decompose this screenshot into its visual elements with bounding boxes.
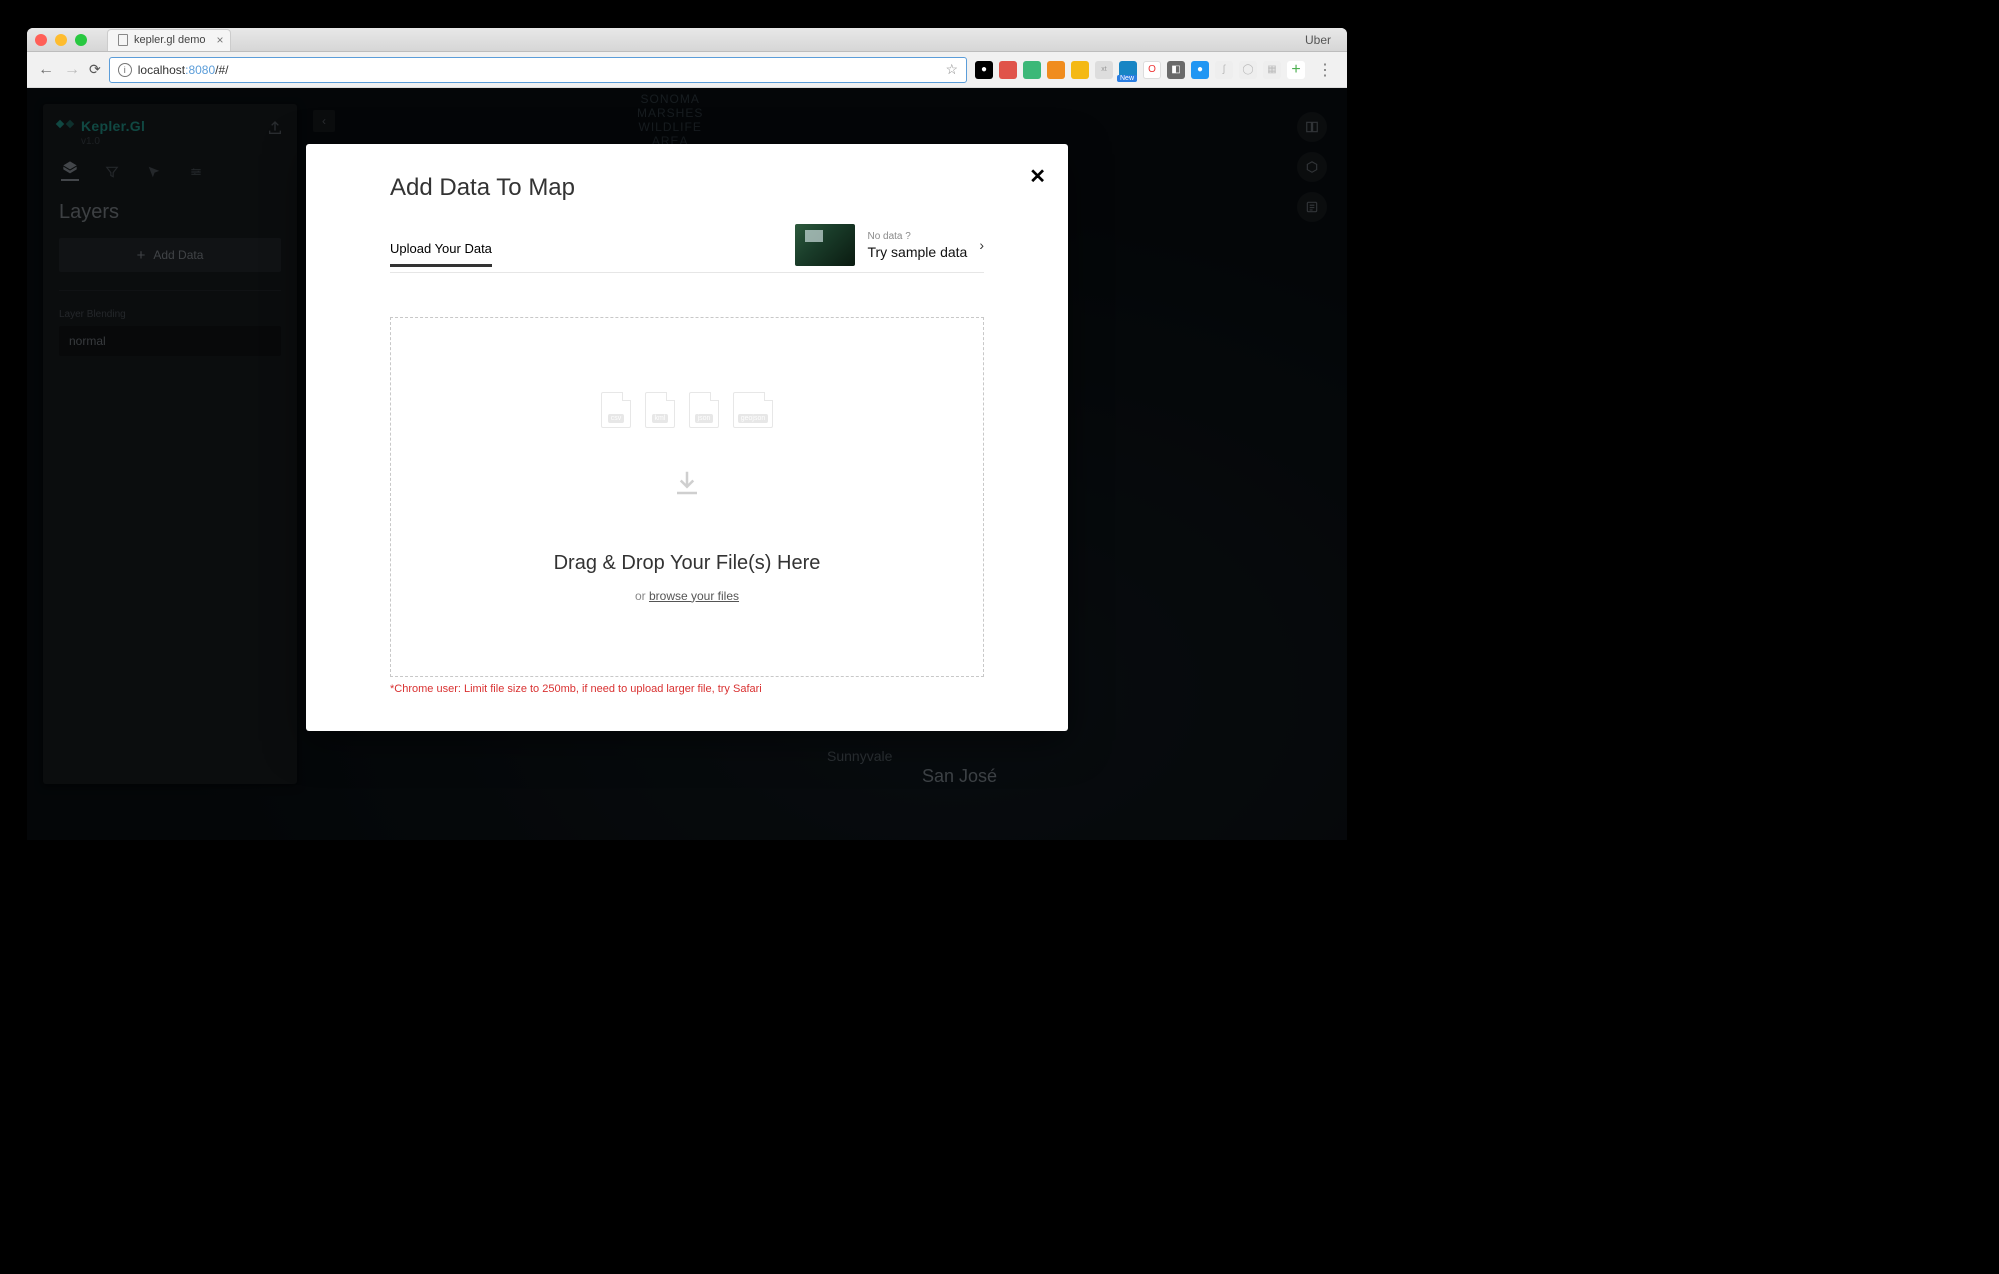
chrome-warning: *Chrome user: Limit file size to 250mb, … <box>390 683 984 695</box>
extension-icon[interactable]: ▦ <box>1263 61 1281 79</box>
url-host: localhost <box>138 63 185 77</box>
tab-title: kepler.gl demo <box>134 34 206 46</box>
browser-tab[interactable]: kepler.gl demo × <box>107 29 231 51</box>
file-type-icons: csv kml json geojson <box>601 392 773 428</box>
page-icon <box>118 34 128 46</box>
address-bar[interactable]: i localhost:8080/#/ ☆ <box>109 57 967 83</box>
minimize-window-button[interactable] <box>55 34 67 46</box>
bookmark-star-icon[interactable]: ☆ <box>945 61 958 78</box>
extension-icon[interactable] <box>1047 61 1065 79</box>
maximize-window-button[interactable] <box>75 34 87 46</box>
or-label: or <box>635 589 649 603</box>
back-button[interactable]: ← <box>37 61 55 79</box>
modal-tabs: Upload Your Data No data ? Try sample da… <box>390 224 984 273</box>
app-viewport: SONOMA MARSHES WILDLIFE AREA Sunnyvale S… <box>27 88 1347 840</box>
close-tab-icon[interactable]: × <box>217 33 224 47</box>
site-info-icon[interactable]: i <box>118 63 132 77</box>
url-port: :8080 <box>185 63 215 77</box>
browser-toolbar: ← → ⟳ i localhost:8080/#/ ☆ ● xt New O ◧… <box>27 52 1347 88</box>
download-icon <box>672 468 702 498</box>
new-badge: New <box>1117 75 1137 82</box>
reload-button[interactable]: ⟳ <box>89 61 101 78</box>
dropzone-title: Drag & Drop Your File(s) Here <box>554 552 821 575</box>
upload-tab-label: Upload Your Data <box>390 241 492 256</box>
geojson-file-icon: geojson <box>733 392 773 428</box>
sample-nodata-label: No data ? <box>867 231 967 242</box>
try-sample-button[interactable]: No data ? Try sample data › <box>795 224 984 272</box>
close-modal-button[interactable]: ✕ <box>1029 164 1046 189</box>
extensions-row: ● xt New O ◧ ● ʃ ◯ ▦ + <box>975 61 1305 79</box>
kml-file-icon: kml <box>645 392 675 428</box>
add-data-modal: ✕ Add Data To Map Upload Your Data No da… <box>306 144 1068 731</box>
extension-icon[interactable] <box>1071 61 1089 79</box>
forward-button[interactable]: → <box>63 61 81 79</box>
upload-tab[interactable]: Upload Your Data <box>390 231 492 266</box>
window-brand-label: Uber <box>1305 33 1339 47</box>
browser-window: kepler.gl demo × Uber ← → ⟳ i localhost:… <box>27 28 1347 840</box>
extension-icon[interactable]: xt <box>1095 61 1113 79</box>
extension-icon[interactable]: ◯ <box>1239 61 1257 79</box>
extension-icon[interactable] <box>1023 61 1041 79</box>
csv-file-icon: csv <box>601 392 631 428</box>
close-window-button[interactable] <box>35 34 47 46</box>
window-controls <box>35 34 87 46</box>
sample-thumbnail <box>795 224 855 266</box>
json-file-icon: json <box>689 392 719 428</box>
extension-icon[interactable]: ● <box>975 61 993 79</box>
modal-overlay: ✕ Add Data To Map Upload Your Data No da… <box>27 88 1347 840</box>
dropzone-or-row: or browse your files <box>635 589 739 603</box>
file-dropzone[interactable]: csv kml json geojson Drag & Drop Your Fi… <box>390 317 984 677</box>
modal-title: Add Data To Map <box>390 174 984 202</box>
extension-icon[interactable]: ● <box>1191 61 1209 79</box>
extension-icon[interactable]: ʃ <box>1215 61 1233 79</box>
extension-icon[interactable]: O <box>1143 61 1161 79</box>
extension-icon[interactable]: + <box>1287 61 1305 79</box>
chevron-right-icon: › <box>979 237 984 253</box>
url-path: /#/ <box>215 63 228 77</box>
extension-icon[interactable]: New <box>1119 61 1137 79</box>
browser-titlebar: kepler.gl demo × Uber <box>27 28 1347 52</box>
sample-try-label: Try sample data <box>867 244 967 260</box>
extension-icon[interactable] <box>999 61 1017 79</box>
browse-files-link[interactable]: browse your files <box>649 589 739 603</box>
browser-menu-button[interactable]: ⋮ <box>1313 60 1337 80</box>
extension-icon[interactable]: ◧ <box>1167 61 1185 79</box>
